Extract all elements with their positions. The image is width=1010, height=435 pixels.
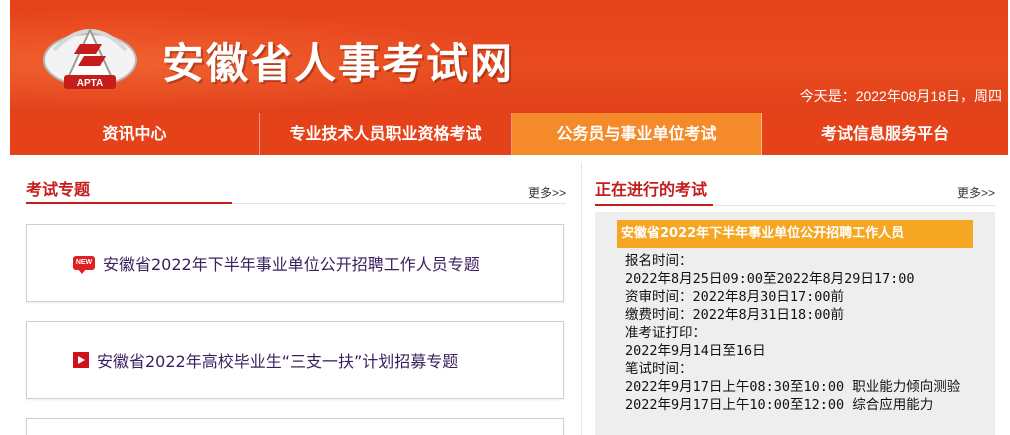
topic-card-content: NEW 安徽省2022年下半年事业单位公开招聘工作人员专题	[73, 225, 480, 301]
column-divider	[581, 162, 582, 435]
topic-card[interactable]: NEW 安徽省2022年下半年事业单位公开招聘工作人员专题	[26, 224, 564, 302]
exam-detail-line: 2022年9月17日上午08:30至10:00 职业能力倾向测验	[625, 379, 961, 395]
nav-item-professional-exams[interactable]: 专业技术人员职业资格考试	[260, 113, 512, 155]
section-underline	[595, 204, 713, 206]
exam-detail-line: 笔试时间：	[625, 361, 693, 377]
exam-topics-section: 考试专题 更多>> NEW 安徽省2022年下半年事业单位公开招聘工作人员专题 …	[26, 170, 566, 435]
site-title[interactable]: 安徽省人事考试网	[162, 30, 514, 91]
more-link[interactable]: 更多>>	[528, 184, 566, 201]
topic-card-content: 安徽省2022年高校毕业生“三支一扶”计划招募专题	[73, 322, 458, 398]
apta-logo-icon[interactable]: APTA	[40, 20, 140, 92]
exam-topics-header: 考试专题 更多>>	[26, 170, 566, 204]
page: APTA 安徽省人事考试网 今天是：2022年08月18日，周四 资讯中心 专业…	[0, 0, 1010, 435]
exam-detail-line: 2022年9月17日上午10:00至12:00 综合应用能力	[625, 397, 934, 413]
section-underline	[26, 202, 232, 204]
exam-detail-line: 报名时间：	[625, 253, 693, 269]
main-nav: 资讯中心 专业技术人员职业资格考试 公务员与事业单位考试 考试信息服务平台	[10, 113, 1008, 155]
date-text: 今天是：2022年08月18日，周四	[799, 88, 1002, 104]
exam-detail-line: 缴费时间：2022年8月31日18:00前	[625, 307, 845, 323]
exam-detail-line: 2022年9月14日至16日	[625, 343, 766, 359]
topic-card[interactable]: 安徽省2022年高校毕业生“三支一扶”计划招募专题	[26, 321, 564, 399]
exam-details: 报名时间： 2022年8月25日09:00至2022年8月29日17:00 资审…	[625, 252, 975, 414]
site-header: APTA 安徽省人事考试网 今天是：2022年08月18日，周四	[10, 0, 1008, 113]
ongoing-exams-header: 正在进行的考试 更多>>	[595, 170, 995, 206]
exam-detail-line: 2022年8月25日09:00至2022年8月29日17:00	[625, 271, 915, 287]
nav-item-exam-service-platform[interactable]: 考试信息服务平台	[762, 113, 1008, 155]
topic-label[interactable]: 安徽省2022年下半年事业单位公开招聘工作人员专题	[103, 251, 480, 275]
topic-label[interactable]: 安徽省2022年高校毕业生“三支一扶”计划招募专题	[97, 348, 458, 372]
logo-text: APTA	[77, 78, 103, 89]
section-title: 考试专题	[26, 180, 91, 199]
new-badge-icon: NEW	[73, 256, 95, 274]
exam-detail-line: 资审时间：2022年8月30日17:00前	[625, 289, 845, 305]
exam-title[interactable]: 安徽省2022年下半年事业单位公开招聘工作人员	[617, 220, 973, 248]
section-title: 正在进行的考试	[595, 180, 708, 199]
exam-info-box: 安徽省2022年下半年事业单位公开招聘工作人员 报名时间： 2022年8月25日…	[595, 212, 995, 435]
topic-card-partial[interactable]	[26, 418, 564, 435]
nav-item-news[interactable]: 资讯中心	[10, 113, 260, 155]
ongoing-exams-section: 正在进行的考试 更多>> 安徽省2022年下半年事业单位公开招聘工作人员 报名时…	[595, 170, 995, 435]
exam-detail-line: 准考证打印：	[625, 325, 706, 341]
play-icon	[73, 352, 89, 368]
nav-item-civil-service-exams[interactable]: 公务员与事业单位考试	[512, 113, 762, 155]
more-link[interactable]: 更多>>	[957, 184, 995, 201]
